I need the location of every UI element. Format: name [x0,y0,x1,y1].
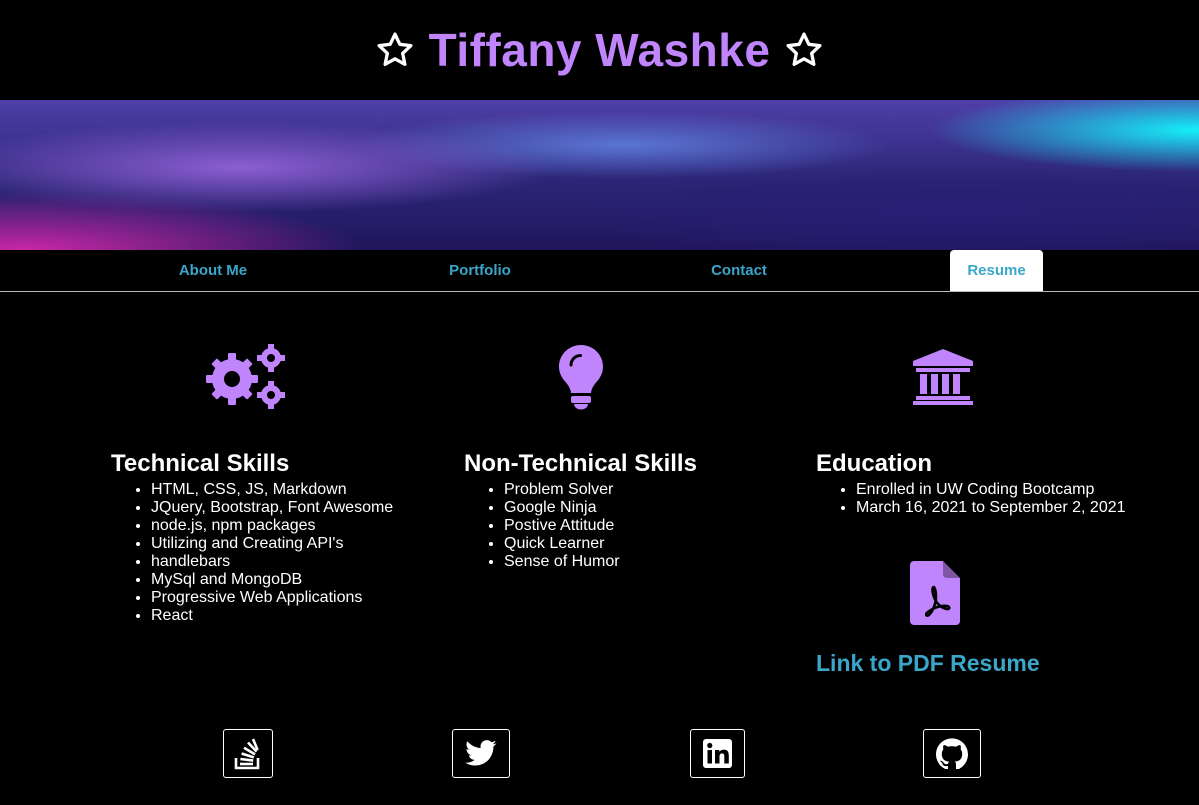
pdf-file-icon[interactable] [910,561,960,630]
github-button[interactable] [923,729,981,778]
list-item: Problem Solver [504,481,620,499]
lightbulb-icon [558,344,604,415]
twitter-icon [465,740,497,767]
github-icon [936,738,968,769]
twitter-button[interactable] [452,729,510,778]
education-title: Education [816,449,933,477]
list-item: HTML, CSS, JS, Markdown [151,481,393,499]
technical-skills-list: HTML, CSS, JS, Markdown JQuery, Bootstra… [111,481,393,625]
list-item: MySql and MongoDB [151,571,393,589]
list-item: Progressive Web Applications [151,589,393,607]
linkedin-button[interactable] [690,729,745,778]
university-icon [912,348,974,411]
stack-overflow-button[interactable] [223,729,273,778]
star-icon [784,30,824,70]
pdf-resume-link[interactable]: Link to PDF Resume [816,650,1040,677]
list-item: Utilizing and Creating API's [151,535,393,553]
technical-skills-title: Technical Skills [111,449,290,477]
linkedin-icon [703,739,732,768]
page-header: Tiffany Washke [0,0,1199,100]
list-item: March 16, 2021 to September 2, 2021 [856,499,1136,517]
stack-overflow-icon [234,737,262,770]
page-title: Tiffany Washke [428,24,771,76]
list-item: Postive Attitude [504,517,620,535]
list-item: Google Ninja [504,499,620,517]
non-technical-skills-list: Problem Solver Google Ninja Postive Atti… [464,481,620,571]
list-item: node.js, npm packages [151,517,393,535]
star-icon [375,30,415,70]
list-item: Enrolled in UW Coding Bootcamp [856,481,1136,499]
tab-contact[interactable]: Contact [689,250,789,291]
non-technical-skills-title: Non-Technical Skills [464,449,697,477]
gears-icon [205,344,287,415]
list-item: React [151,607,393,625]
tab-about-me[interactable]: About Me [163,250,263,291]
main-nav: About Me Portfolio Contact Resume [0,250,1199,292]
list-item: Quick Learner [504,535,620,553]
tab-portfolio[interactable]: Portfolio [430,250,530,291]
list-item: handlebars [151,553,393,571]
list-item: JQuery, Bootstrap, Font Awesome [151,499,393,517]
hero-banner [0,100,1199,250]
tab-resume[interactable]: Resume [950,250,1043,291]
education-list: Enrolled in UW Coding Bootcamp March 16,… [816,481,1136,517]
list-item: Sense of Humor [504,553,620,571]
